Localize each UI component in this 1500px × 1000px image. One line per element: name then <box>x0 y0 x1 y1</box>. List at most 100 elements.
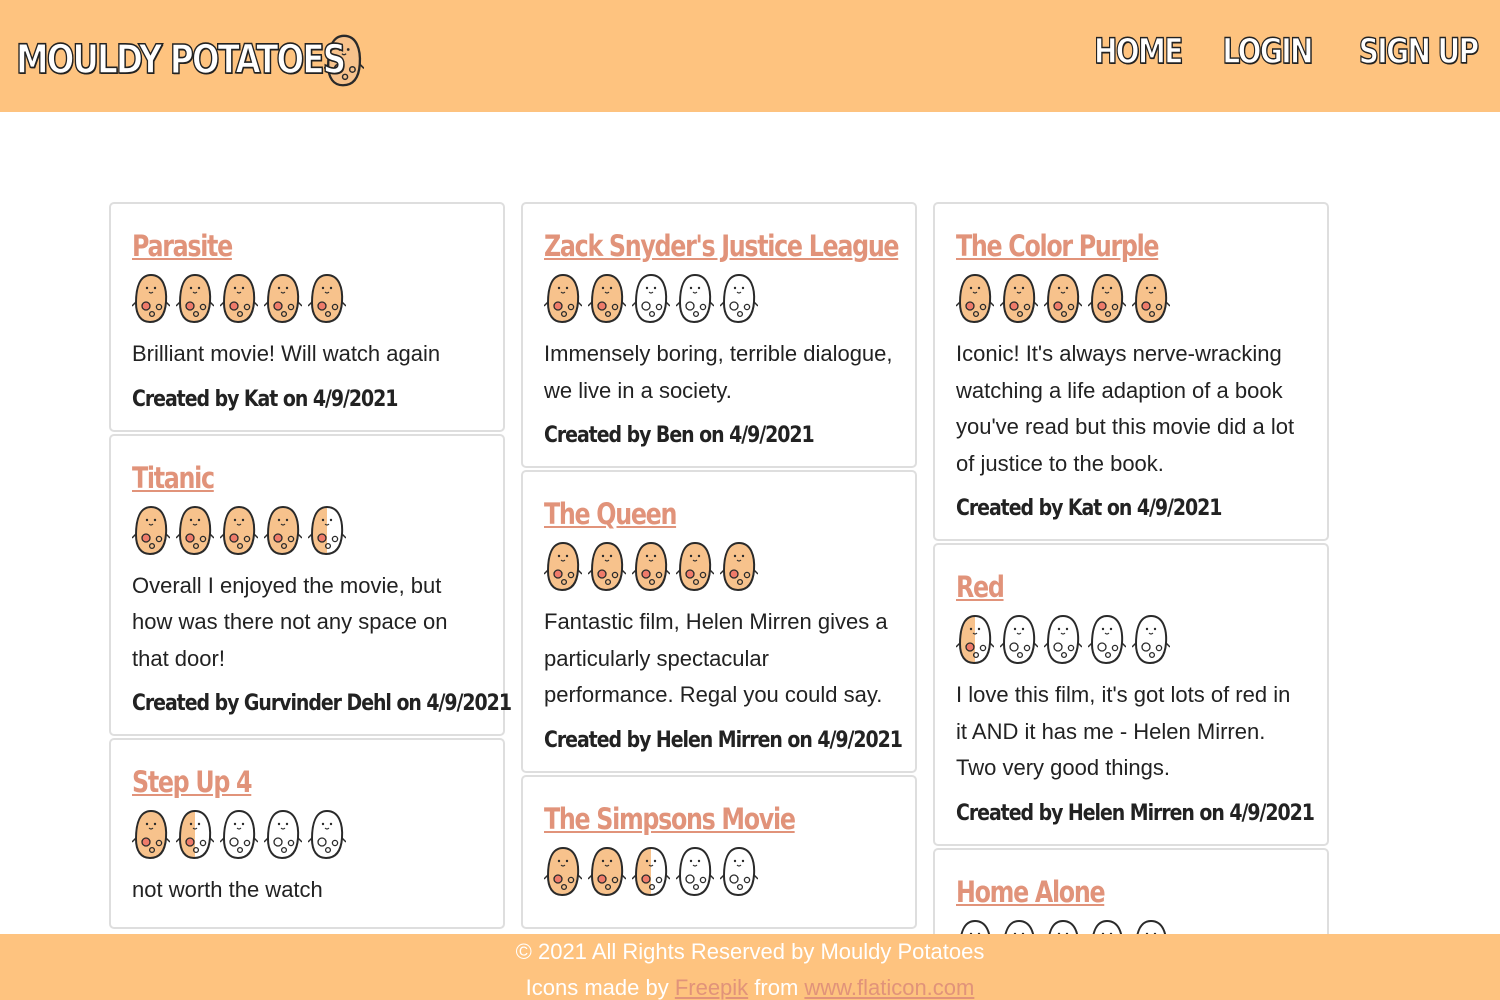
review-text: I love this film, it's got lots of red i… <box>956 682 1291 780</box>
review-text: Brilliant movie! Will watch again <box>132 341 441 366</box>
potato-empty-icon <box>1136 919 1167 934</box>
movie-title-link[interactable]: The Queen <box>544 496 677 532</box>
nav-sign-up[interactable]: SIGN UP <box>1359 31 1481 72</box>
potato-half-icon <box>956 614 994 665</box>
potato-half-icon <box>632 846 670 896</box>
credit-mid: from <box>748 975 805 1000</box>
potato-rating <box>544 540 895 592</box>
brand-link[interactable]: MOULDY POTATOES <box>15 32 364 88</box>
potato-empty-icon <box>1000 614 1038 665</box>
movie-title-link[interactable]: Home Alone <box>956 874 1106 910</box>
review-author: Created by Ben on 4/9/2021 <box>544 423 815 448</box>
review-card: The Color Purple Iconic! It's always ner… <box>933 202 1329 541</box>
review-author: Created by Helen Mirren on 4/9/2021 <box>544 727 903 753</box>
movie-title-link[interactable]: Zack Snyder's Justice League <box>544 228 900 264</box>
potato-full-icon <box>308 273 346 324</box>
review-card: Parasite Brilliant movie! Will watch aga… <box>109 202 505 432</box>
potato-empty-icon <box>1092 919 1123 934</box>
potato-full-icon <box>588 273 626 324</box>
potato-rating <box>132 272 483 324</box>
review-text: Fantastic film, Helen Mirren gives a par… <box>544 609 888 707</box>
potato-full-icon <box>544 541 582 592</box>
review-text: Iconic! It's always nerve-wracking watch… <box>956 341 1295 476</box>
potato-full-icon <box>264 273 302 324</box>
review-card: Titanic Overall I enjoyed the movie, but… <box>109 433 512 736</box>
potato-empty-icon <box>720 846 758 896</box>
potato-empty-icon <box>960 919 991 934</box>
potato-empty-icon <box>1088 614 1126 665</box>
review-text: not worth the watch <box>132 877 323 902</box>
potato-empty-icon <box>1004 919 1035 934</box>
review-column: The Color Purple Iconic! It's always ner… <box>933 202 1329 934</box>
potato-full-icon <box>632 541 670 592</box>
review-author: Created by Helen Mirren on 4/9/2021 <box>956 800 1315 826</box>
movie-title-link[interactable]: Step Up 4 <box>132 764 253 800</box>
review-author: Created by Kat on 4/9/2021 <box>956 496 1222 521</box>
potato-full-icon <box>264 505 302 555</box>
review-card: The Simpsons Movie <box>521 774 917 929</box>
potato-empty-icon <box>632 273 670 324</box>
potato-rating <box>132 504 483 556</box>
site-header: MOULDY POTATOES HOME LOGIN SIGN UP <box>0 0 1500 112</box>
potato-full-icon <box>132 809 170 860</box>
potato-empty-icon <box>1048 919 1079 934</box>
potato-full-icon <box>176 505 214 555</box>
potato-full-icon <box>1000 273 1038 324</box>
potato-empty-icon <box>720 273 758 324</box>
potato-rating <box>956 272 1307 324</box>
potato-half-icon <box>176 809 214 860</box>
review-column: Zack Snyder's Justice League Immensely b… <box>521 202 917 931</box>
review-card: Home Alone <box>933 847 1329 934</box>
potato-full-icon <box>132 273 170 324</box>
potato-full-icon <box>588 846 626 896</box>
potato-empty-icon <box>220 809 258 860</box>
nav-login[interactable]: LOGIN <box>1221 31 1313 72</box>
potato-empty-icon <box>264 809 302 860</box>
movie-title-link[interactable]: The Simpsons Movie <box>544 801 796 837</box>
potato-empty-icon <box>676 846 714 896</box>
icon-credit: Icons made by Freepik from www.flaticon.… <box>0 975 1500 1000</box>
potato-full-icon <box>220 505 258 555</box>
potato-full-icon <box>1044 273 1082 324</box>
brand-name: MOULDY POTATOES <box>15 36 347 84</box>
credit-prefix: Icons made by <box>525 975 675 1000</box>
potato-rating <box>956 613 1307 665</box>
potato-full-icon <box>544 846 582 896</box>
movie-title-link[interactable]: Parasite <box>132 228 233 264</box>
potato-full-icon <box>1132 273 1170 324</box>
potato-full-icon <box>176 273 214 324</box>
review-card: Zack Snyder's Justice League Immensely b… <box>521 202 917 468</box>
review-text: Overall I enjoyed the movie, but how was… <box>132 572 448 671</box>
site-footer: © 2021 All Rights Reserved by Mouldy Pot… <box>0 934 1500 1000</box>
potato-empty-icon <box>308 809 346 860</box>
potato-rating <box>544 272 895 324</box>
potato-full-icon <box>220 273 258 324</box>
potato-full-icon <box>956 273 994 324</box>
movie-title-link[interactable]: Red <box>956 569 1005 605</box>
nav-home[interactable]: HOME <box>1093 31 1184 72</box>
potato-half-icon <box>308 505 346 555</box>
potato-full-icon <box>544 273 582 324</box>
review-card: Red I love this film, it's got lots of r… <box>933 543 1329 846</box>
potato-full-icon <box>1088 273 1126 324</box>
freepik-link[interactable]: Freepik <box>675 975 748 1000</box>
potato-rating <box>544 845 895 897</box>
review-column: Parasite Brilliant movie! Will watch aga… <box>109 202 512 931</box>
potato-empty-icon <box>1132 614 1170 665</box>
copyright-text: © 2021 All Rights Reserved by Mouldy Pot… <box>515 939 985 964</box>
review-card: Step Up 4 not worth the watch <box>109 738 505 929</box>
movie-title-link[interactable]: The Color Purple <box>956 228 1160 264</box>
flaticon-link[interactable]: www.flaticon.com <box>804 975 974 1000</box>
reviews-grid: Parasite Brilliant movie! Will watch aga… <box>0 112 1500 934</box>
review-author: Created by Kat on 4/9/2021 <box>132 386 398 412</box>
potato-full-icon <box>132 505 170 555</box>
review-text: Immensely boring, terrible dialogue, we … <box>544 341 893 403</box>
potato-empty-icon <box>676 273 714 324</box>
potato-rating <box>956 918 1307 934</box>
potato-full-icon <box>720 541 758 592</box>
potato-empty-icon <box>1044 614 1082 665</box>
movie-title-link[interactable]: Titanic <box>132 460 215 496</box>
potato-full-icon <box>588 541 626 592</box>
potato-full-icon <box>676 541 714 592</box>
review-card: The Queen Fantastic film, Helen Mirren g… <box>521 470 917 773</box>
